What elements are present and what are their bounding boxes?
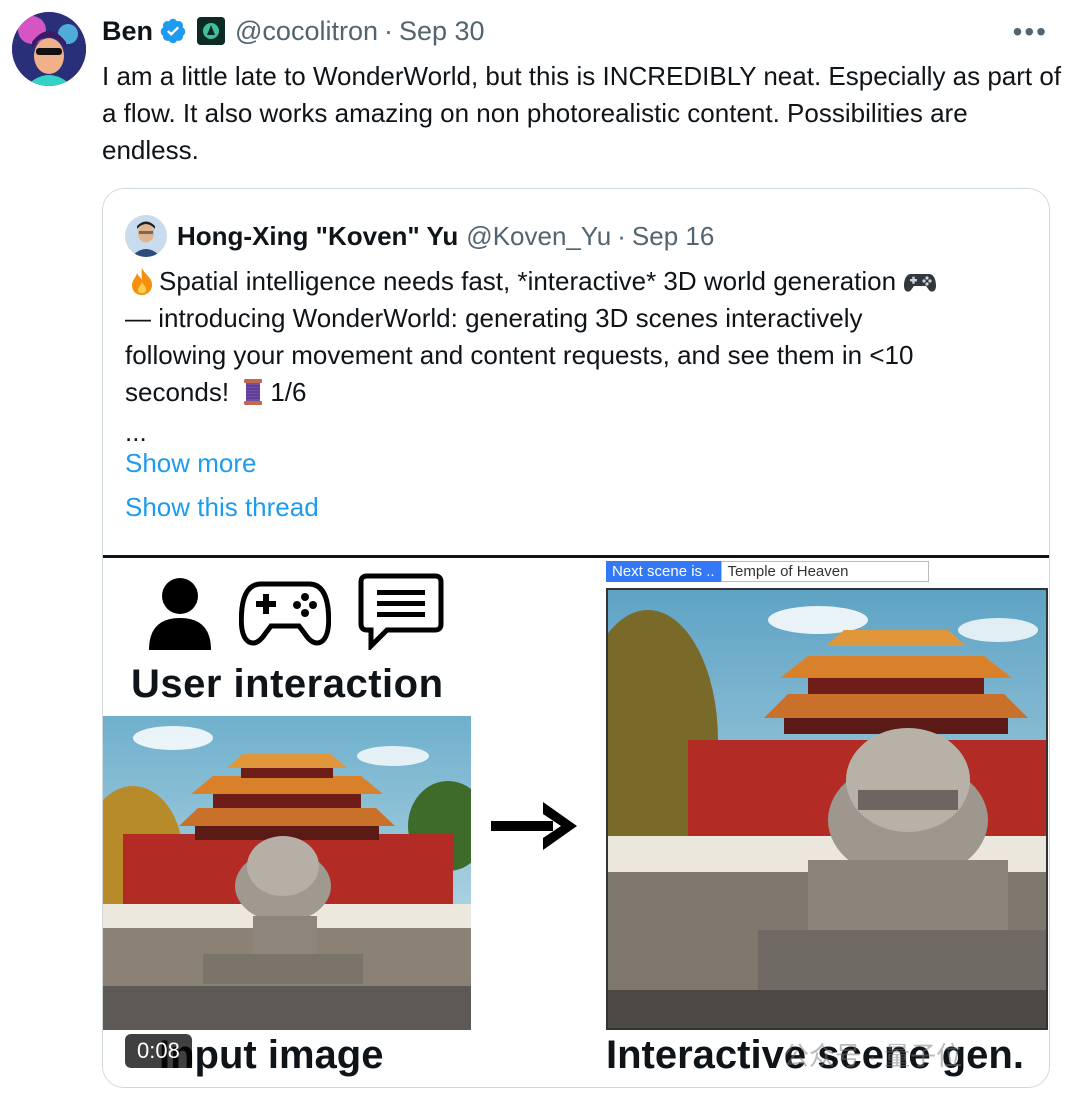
quoted-text-line-3: following your movement and content requ… [125,340,914,370]
text-ellipsis: ... [125,417,147,447]
verified-badge-icon [159,17,187,45]
quoted-text-line-4: seconds! [125,377,230,407]
next-scene-input: Temple of Heaven [720,560,929,582]
gamepad-icon [238,578,332,655]
separator-dot: · [383,15,393,46]
input-image-caption: Input image [159,1033,384,1077]
interaction-icons [147,572,445,655]
thread-spool-emoji-icon [236,377,270,407]
next-scene-label: Next scene is .. [606,560,721,582]
quoted-tweet-header: Hong-Xing "Koven" Yu @Koven_Yu · Sep 16 [125,213,714,259]
show-thread-link[interactable]: Show this thread [125,492,319,523]
quoted-tweet-card[interactable]: Hong-Xing "Koven" Yu @Koven_Yu · Sep 16 … [102,188,1050,1088]
arrow-right-icon [491,798,581,859]
tweet-date[interactable]: Sep 30 [399,17,485,45]
quoted-author-avatar[interactable] [125,215,167,257]
quoted-tweet-date[interactable]: Sep 16 [632,221,714,252]
affiliate-badge-icon [197,17,226,45]
separator-dot: · [617,220,626,251]
chat-bubble-icon [357,572,445,655]
user-icon [147,576,213,655]
video-duration-badge: 0:08 [125,1034,192,1068]
quoted-author-handle[interactable]: @Koven_Yu [466,221,611,252]
show-more-link[interactable]: Show more [125,448,257,479]
generated-scene-image [606,588,1048,1030]
more-options-icon[interactable]: ••• [1013,16,1048,48]
next-scene-prompt: Next scene is .. Temple of Heaven [606,560,929,582]
quoted-text-line-1: Spatial intelligence needs fast, *intera… [159,266,897,296]
tweet-text: I am a little late to WonderWorld, but t… [102,61,1062,165]
quoted-tweet-text: Spatial intelligence needs fast, *intera… [125,263,1025,411]
input-image [103,716,471,1030]
video-frame: User interaction Next scene is .. Temple… [103,558,1049,1087]
quoted-author-name[interactable]: Hong-Xing "Koven" Yu [177,221,458,252]
thread-counter: 1/6 [270,377,307,407]
author-avatar[interactable] [12,12,86,86]
tweet-header: Ben @cocolitron · Sep 30 [102,12,485,50]
author-handle[interactable]: @cocolitron [235,17,378,45]
author-name[interactable]: Ben [102,17,153,45]
fire-emoji-icon [125,266,159,296]
watermark: 公众号 · 量子位 [783,1041,963,1071]
quoted-text-line-2: — introducing WonderWorld: generating 3D… [125,303,863,333]
video-player[interactable]: User interaction Next scene is .. Temple… [103,555,1049,1087]
user-interaction-label: User interaction [131,662,444,706]
video-game-emoji-icon [903,266,937,296]
